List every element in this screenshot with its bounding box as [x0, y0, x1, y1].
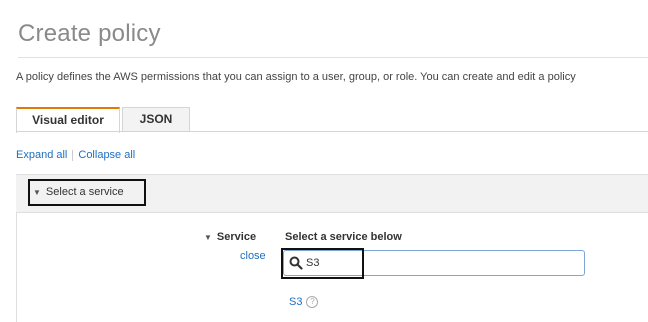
select-service-highlight: [28, 179, 146, 206]
link-separator: [72, 149, 74, 161]
page-title: Create policy: [18, 20, 161, 48]
caret-down-icon: ▼: [204, 233, 212, 242]
service-label: Service: [216, 231, 257, 243]
select-service-heading: Select a service below: [285, 231, 402, 243]
tab-visual-editor[interactable]: Visual editor: [16, 107, 120, 133]
expand-collapse-controls: Expand all Collapse all: [16, 149, 135, 161]
help-icon[interactable]: ?: [306, 296, 319, 309]
expand-all-link[interactable]: Expand all: [16, 149, 67, 161]
title-divider: [18, 57, 648, 58]
service-result-label[interactable]: S3: [289, 296, 302, 308]
collapse-all-link[interactable]: Collapse all: [78, 149, 135, 161]
panel-border: [16, 212, 17, 322]
page-description: A policy defines the AWS permissions tha…: [16, 71, 576, 83]
close-link[interactable]: close: [240, 250, 266, 262]
tabs-divider: [16, 131, 648, 132]
service-section-toggle[interactable]: ▼ Service: [204, 231, 256, 243]
search-highlight: [281, 248, 364, 279]
tab-json[interactable]: JSON: [122, 107, 190, 131]
service-result-s3[interactable]: S3?: [289, 296, 319, 309]
